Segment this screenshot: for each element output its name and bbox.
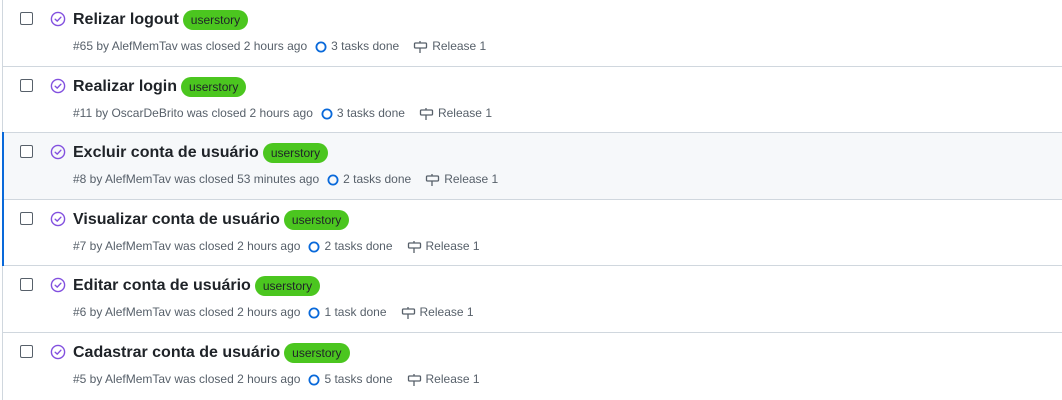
issue-row[interactable]: Excluir conta de usuário userstory #8 by… [2, 132, 1062, 200]
select-checkbox[interactable] [20, 78, 33, 92]
label-badge[interactable]: userstory [284, 342, 350, 363]
closed-issue-icon [50, 278, 66, 293]
closed-issue-icon [50, 11, 66, 27]
milestone-link[interactable]: Release 1 [407, 371, 480, 387]
milestone-text: Release 1 [432, 39, 487, 53]
task-progress-icon [308, 374, 320, 386]
issue-meta-text: #8 by AlefMemTav was closed 53 minutes a… [73, 172, 320, 187]
task-progress-text: 2 tasks done [343, 172, 412, 187]
milestone-link[interactable]: Release 1 [425, 171, 498, 187]
milestone-text: Release 1 [437, 105, 492, 120]
task-progress-icon [308, 241, 320, 253]
milestone-text: Release 1 [425, 238, 480, 253]
issue-title-link[interactable]: Realizar login [73, 78, 177, 96]
task-progress[interactable]: 2 tasks done [327, 172, 411, 186]
label-badge[interactable]: userstory [262, 143, 329, 164]
milestone-icon [419, 107, 434, 120]
milestone-icon [414, 41, 428, 53]
task-progress-text: 1 task done [324, 305, 387, 320]
select-checkbox[interactable] [20, 145, 33, 159]
milestone-text: Release 1 [425, 371, 480, 386]
task-progress-text: 3 tasks done [336, 105, 405, 120]
closed-issue-icon [50, 344, 66, 360]
label-badge[interactable]: userstory [181, 76, 247, 97]
task-progress[interactable]: 3 tasks done [315, 39, 399, 53]
select-checkbox[interactable] [20, 211, 33, 225]
task-progress[interactable]: 2 tasks done [308, 238, 393, 253]
milestone-link[interactable]: Release 1 [413, 38, 486, 54]
task-progress[interactable]: 3 tasks done [321, 106, 405, 120]
label-badge[interactable]: userstory [182, 10, 249, 30]
issue-meta-text: #6 by AlefMemTav was closed 2 hours ago [73, 305, 301, 320]
label-badge[interactable]: userstory [254, 276, 321, 297]
issue-meta-text: #11 by OscarDeBrito was closed 2 hours a… [73, 105, 313, 120]
milestone-icon [407, 240, 421, 253]
issue-meta-text: #7 by AlefMemTav was closed 2 hours ago [73, 238, 301, 253]
task-progress-text: 2 tasks done [324, 238, 393, 253]
issue-title-link[interactable]: Editar conta de usuário [73, 277, 251, 295]
task-progress[interactable]: 1 task done [308, 305, 387, 320]
closed-issue-icon [50, 144, 66, 160]
milestone-icon [401, 307, 415, 320]
task-progress-icon [308, 307, 320, 319]
closed-issue-icon [50, 78, 66, 93]
milestone-text: Release 1 [444, 172, 499, 187]
issue-title-link[interactable]: Visualizar conta de usuário [73, 211, 280, 229]
issue-meta-text: #65 by AlefMemTav was closed 2 hours ago [73, 39, 308, 53]
issue-row[interactable]: Realizar login userstory #11 by OscarDeB… [3, 66, 1062, 134]
label-badge[interactable]: userstory [283, 209, 350, 230]
issue-row[interactable]: Visualizar conta de usuário userstory #7… [2, 198, 1062, 267]
issue-row[interactable]: Relizar logout userstory #65 by AlefMemT… [3, 0, 1062, 67]
task-progress[interactable]: 5 tasks done [308, 371, 393, 386]
issue-title-link[interactable]: Cadastrar conta de usuário [73, 344, 280, 362]
issue-list: Relizar logout userstory #65 by AlefMemT… [2, 0, 1062, 400]
milestone-icon [426, 174, 440, 187]
task-progress-text: 5 tasks done [324, 371, 393, 386]
task-progress-icon [321, 108, 333, 120]
milestone-link[interactable]: Release 1 [407, 238, 480, 254]
milestone-link[interactable]: Release 1 [419, 105, 492, 121]
task-progress-text: 3 tasks done [331, 39, 400, 53]
issue-row[interactable]: Cadastrar conta de usuário userstory #5 … [3, 332, 1062, 400]
select-checkbox[interactable] [20, 344, 33, 358]
milestone-text: Release 1 [419, 305, 474, 320]
milestone-icon [407, 373, 421, 386]
issue-row[interactable]: Editar conta de usuário userstory #6 by … [3, 266, 1062, 333]
task-progress-icon [315, 41, 327, 53]
select-checkbox[interactable] [20, 12, 33, 25]
select-checkbox[interactable] [20, 278, 33, 292]
issue-title-link[interactable]: Relizar logout [73, 11, 179, 29]
closed-issue-icon [50, 211, 66, 227]
issue-title-link[interactable]: Excluir conta de usuário [73, 144, 259, 162]
issue-meta-text: #5 by AlefMemTav was closed 2 hours ago [73, 371, 301, 386]
task-progress-icon [327, 174, 339, 186]
milestone-link[interactable]: Release 1 [401, 304, 474, 320]
